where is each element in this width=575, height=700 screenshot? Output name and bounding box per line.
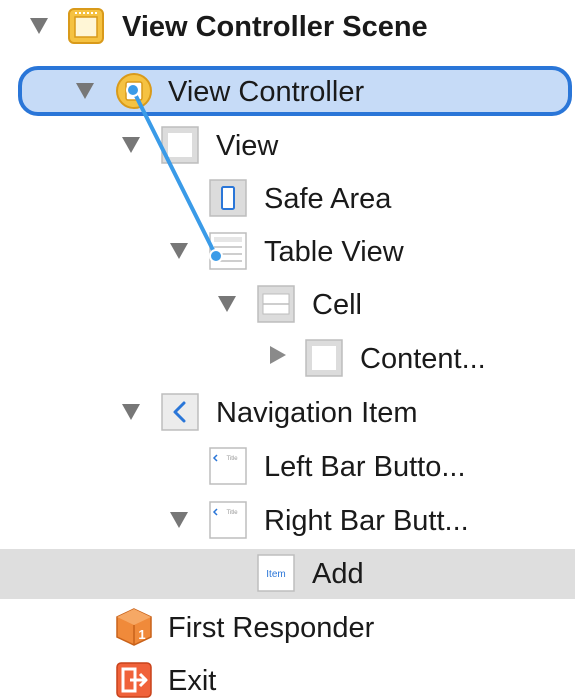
table-view-icon: [209, 232, 247, 270]
outline-row-view[interactable]: View: [0, 119, 575, 173]
outline-row-navigation-item[interactable]: Navigation Item: [0, 386, 575, 440]
bar-button-item-icon: Item: [257, 554, 295, 592]
exit-icon: [116, 662, 152, 698]
first-responder-icon: 1: [116, 608, 152, 646]
disclosure-triangle-icon[interactable]: [170, 243, 188, 259]
exit-label: Exit: [168, 665, 217, 697]
safe-area-label: Safe Area: [264, 183, 392, 215]
view-label: View: [216, 130, 279, 162]
outline-row-cell[interactable]: Cell: [0, 278, 575, 332]
outline-row-add[interactable]: Item Add: [0, 547, 575, 601]
outline-row-table-view[interactable]: Table View: [0, 225, 575, 279]
outline-row-left-bar-button[interactable]: Title Left Bar Butto...: [0, 440, 575, 494]
outline-row-scene[interactable]: View Controller Scene: [0, 0, 575, 54]
view-icon: [161, 126, 199, 164]
item-caption: Item: [266, 569, 285, 580]
outline-row-exit[interactable]: Exit: [0, 654, 575, 700]
disclosure-triangle-icon[interactable]: [218, 296, 236, 312]
view-controller-icon: [116, 73, 152, 109]
content-view-icon: [305, 339, 343, 377]
disclosure-triangle-collapsed-icon[interactable]: [270, 346, 286, 364]
add-label: Add: [312, 558, 364, 590]
disclosure-triangle-icon[interactable]: [76, 83, 94, 99]
outline-row-view-controller[interactable]: View Controller: [0, 65, 575, 119]
table-view-label: Table View: [264, 236, 404, 268]
disclosure-triangle-icon[interactable]: [122, 404, 140, 420]
disclosure-triangle-icon[interactable]: [30, 18, 48, 34]
disclosure-triangle-icon[interactable]: [170, 512, 188, 528]
safe-area-icon: [209, 179, 247, 217]
right-bar-button-label: Right Bar Butt...: [264, 505, 469, 537]
scene-icon: [68, 8, 104, 44]
title-caption: Title: [226, 456, 238, 462]
outline-row-right-bar-button[interactable]: Title Right Bar Butt...: [0, 494, 575, 548]
title-caption: Title: [226, 510, 238, 516]
bar-button-item-icon: Title: [209, 447, 247, 485]
first-responder-number: 1: [138, 627, 145, 642]
outline-row-content-view[interactable]: Content...: [0, 332, 575, 386]
cell-label: Cell: [312, 289, 362, 321]
content-view-label: Content...: [360, 343, 486, 375]
scene-label: View Controller Scene: [122, 11, 428, 43]
first-responder-label: First Responder: [168, 612, 375, 644]
navigation-item-icon: [161, 393, 199, 431]
left-bar-button-label: Left Bar Butto...: [264, 451, 466, 483]
view-controller-label: View Controller: [168, 76, 365, 108]
table-cell-icon: [257, 285, 295, 323]
outline-row-first-responder[interactable]: 1 First Responder: [0, 601, 575, 655]
outline-row-safe-area[interactable]: Safe Area: [0, 172, 575, 226]
bar-button-item-icon: Title: [209, 501, 247, 539]
navigation-item-label: Navigation Item: [216, 397, 418, 429]
disclosure-triangle-icon[interactable]: [122, 137, 140, 153]
